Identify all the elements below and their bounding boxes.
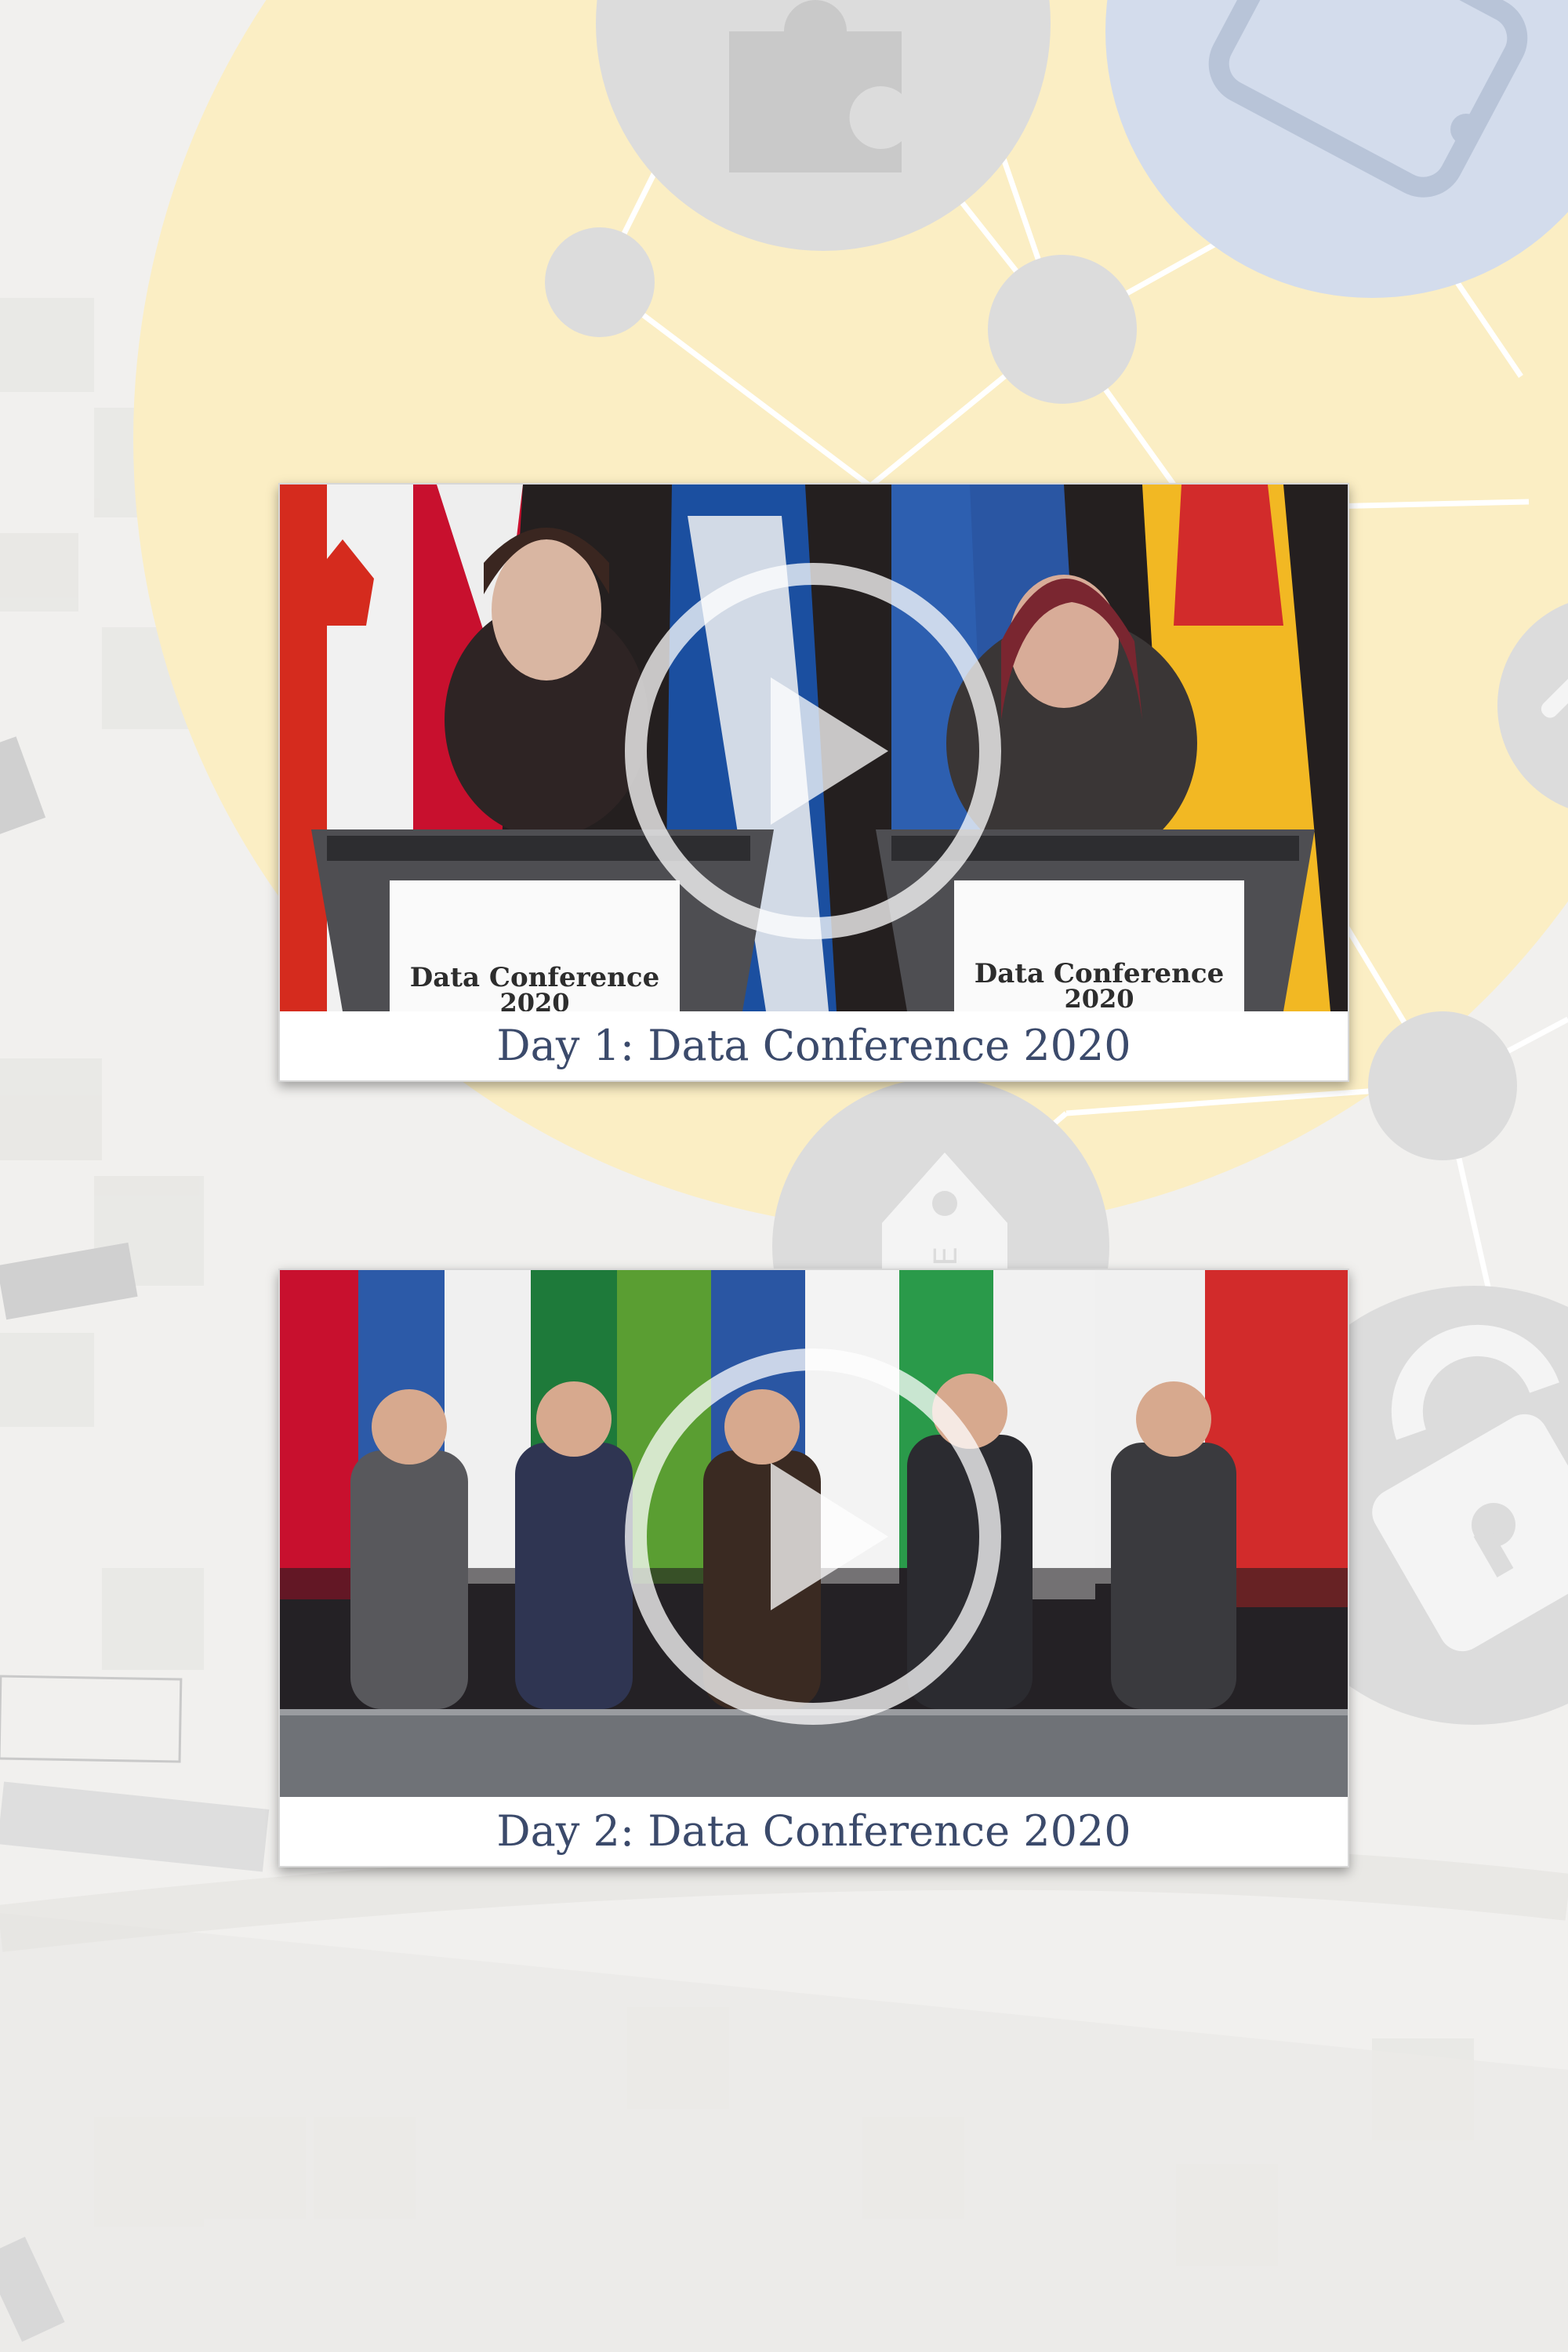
podium-right-year: 2020 (1064, 984, 1134, 1011)
background-decoration: E (0, 0, 1568, 2352)
svg-text:E: E (928, 1247, 964, 1266)
play-button-day2[interactable] (622, 1345, 1004, 1728)
video-caption-day2[interactable]: Day 2: Data Conference 2020 (280, 1797, 1348, 1866)
video-caption-day1[interactable]: Day 1: Data Conference 2020 (280, 1011, 1348, 1080)
play-circle-icon (625, 1348, 1001, 1725)
video-thumbnail-day1[interactable]: Data Conference 2020 Data Conference 202… (280, 485, 1348, 1011)
video-thumbnail-day2[interactable] (280, 1270, 1348, 1797)
video-card-day2[interactable]: Day 2: Data Conference 2020 (278, 1269, 1349, 1867)
play-circle-icon (625, 563, 1001, 939)
podium-left-year: 2020 (499, 988, 569, 1011)
play-button-day1[interactable] (622, 560, 1004, 942)
video-card-day1[interactable]: Data Conference 2020 Data Conference 202… (278, 483, 1349, 1082)
